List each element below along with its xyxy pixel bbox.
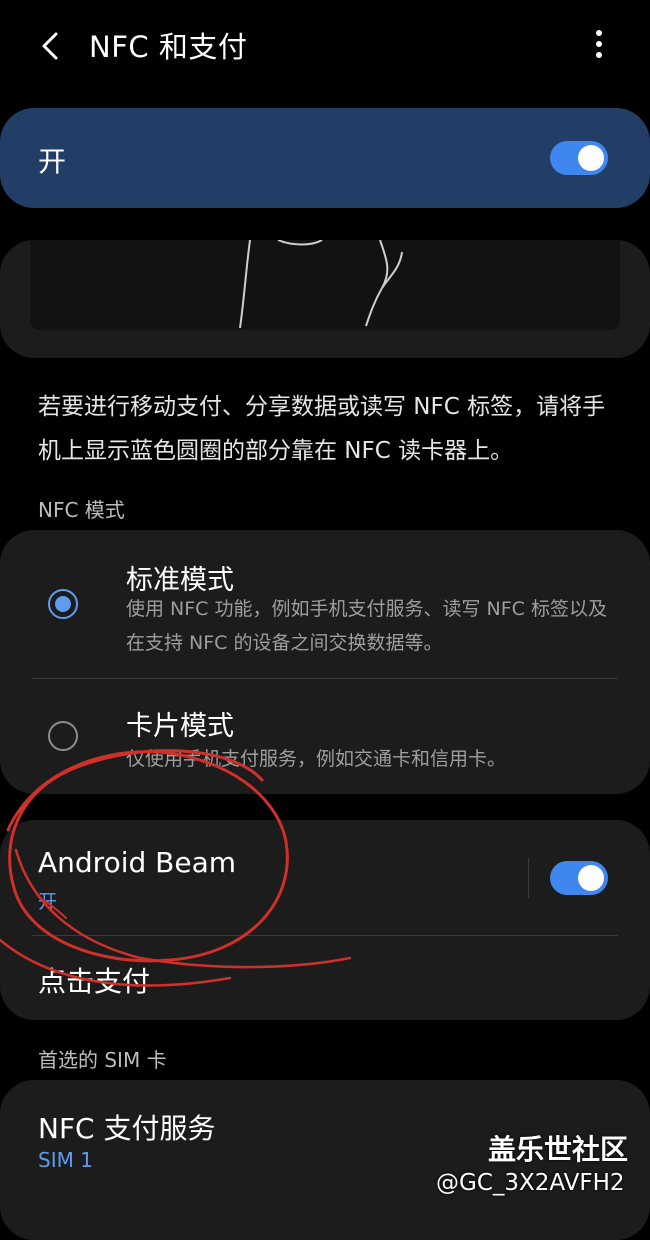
nfc-payment-service-value: SIM 1 [38, 1148, 93, 1172]
android-beam-toggle[interactable] [550, 861, 608, 895]
android-beam-title[interactable]: Android Beam [38, 846, 236, 879]
watermark-title: 盖乐世社区 [488, 1133, 629, 1166]
page-title: NFC 和支付 [89, 30, 248, 64]
toggle-knob [578, 865, 604, 891]
android-beam-status: 开 [38, 891, 58, 913]
tap-and-pay-item[interactable]: 点击支付 [38, 960, 150, 1000]
more-vert-icon[interactable] [586, 24, 612, 66]
radio-card-mode[interactable] [48, 721, 78, 751]
phone-hand-illustration [239, 240, 403, 329]
card-mode-title[interactable]: 卡片模式 [126, 704, 234, 743]
nfc-description: 若要进行移动支付、分享数据或读写 NFC 标签，请将手机上显示蓝色圆圈的部分靠在… [38, 394, 606, 464]
standard-mode-description: 使用 NFC 功能，例如手机支付服务、读写 NFC 标签以及在支持 NFC 的设… [126, 598, 607, 654]
card-mode-description: 仅使用手机支付服务，例如交通卡和信用卡。 [126, 748, 507, 770]
nfc-master-toggle[interactable] [550, 141, 608, 175]
nfc-illustration-panel [30, 240, 620, 330]
divider [32, 935, 618, 936]
vertical-divider [528, 858, 529, 898]
watermark-user: @GC_3X2AVFH2 [436, 1170, 625, 1196]
radio-selected-dot [55, 596, 71, 612]
divider [32, 678, 618, 679]
nfc-illustration-card [0, 240, 650, 358]
toggle-knob [578, 145, 604, 171]
back-arrow-icon[interactable] [36, 26, 66, 66]
radio-standard-mode[interactable] [48, 589, 78, 619]
master-switch-label: 开 [38, 145, 67, 178]
nfc-payment-service-title[interactable]: NFC 支付服务 [38, 1107, 216, 1147]
preferred-sim-header: 首选的 SIM 卡 [38, 1048, 167, 1072]
nfc-mode-header: NFC 模式 [38, 498, 125, 522]
